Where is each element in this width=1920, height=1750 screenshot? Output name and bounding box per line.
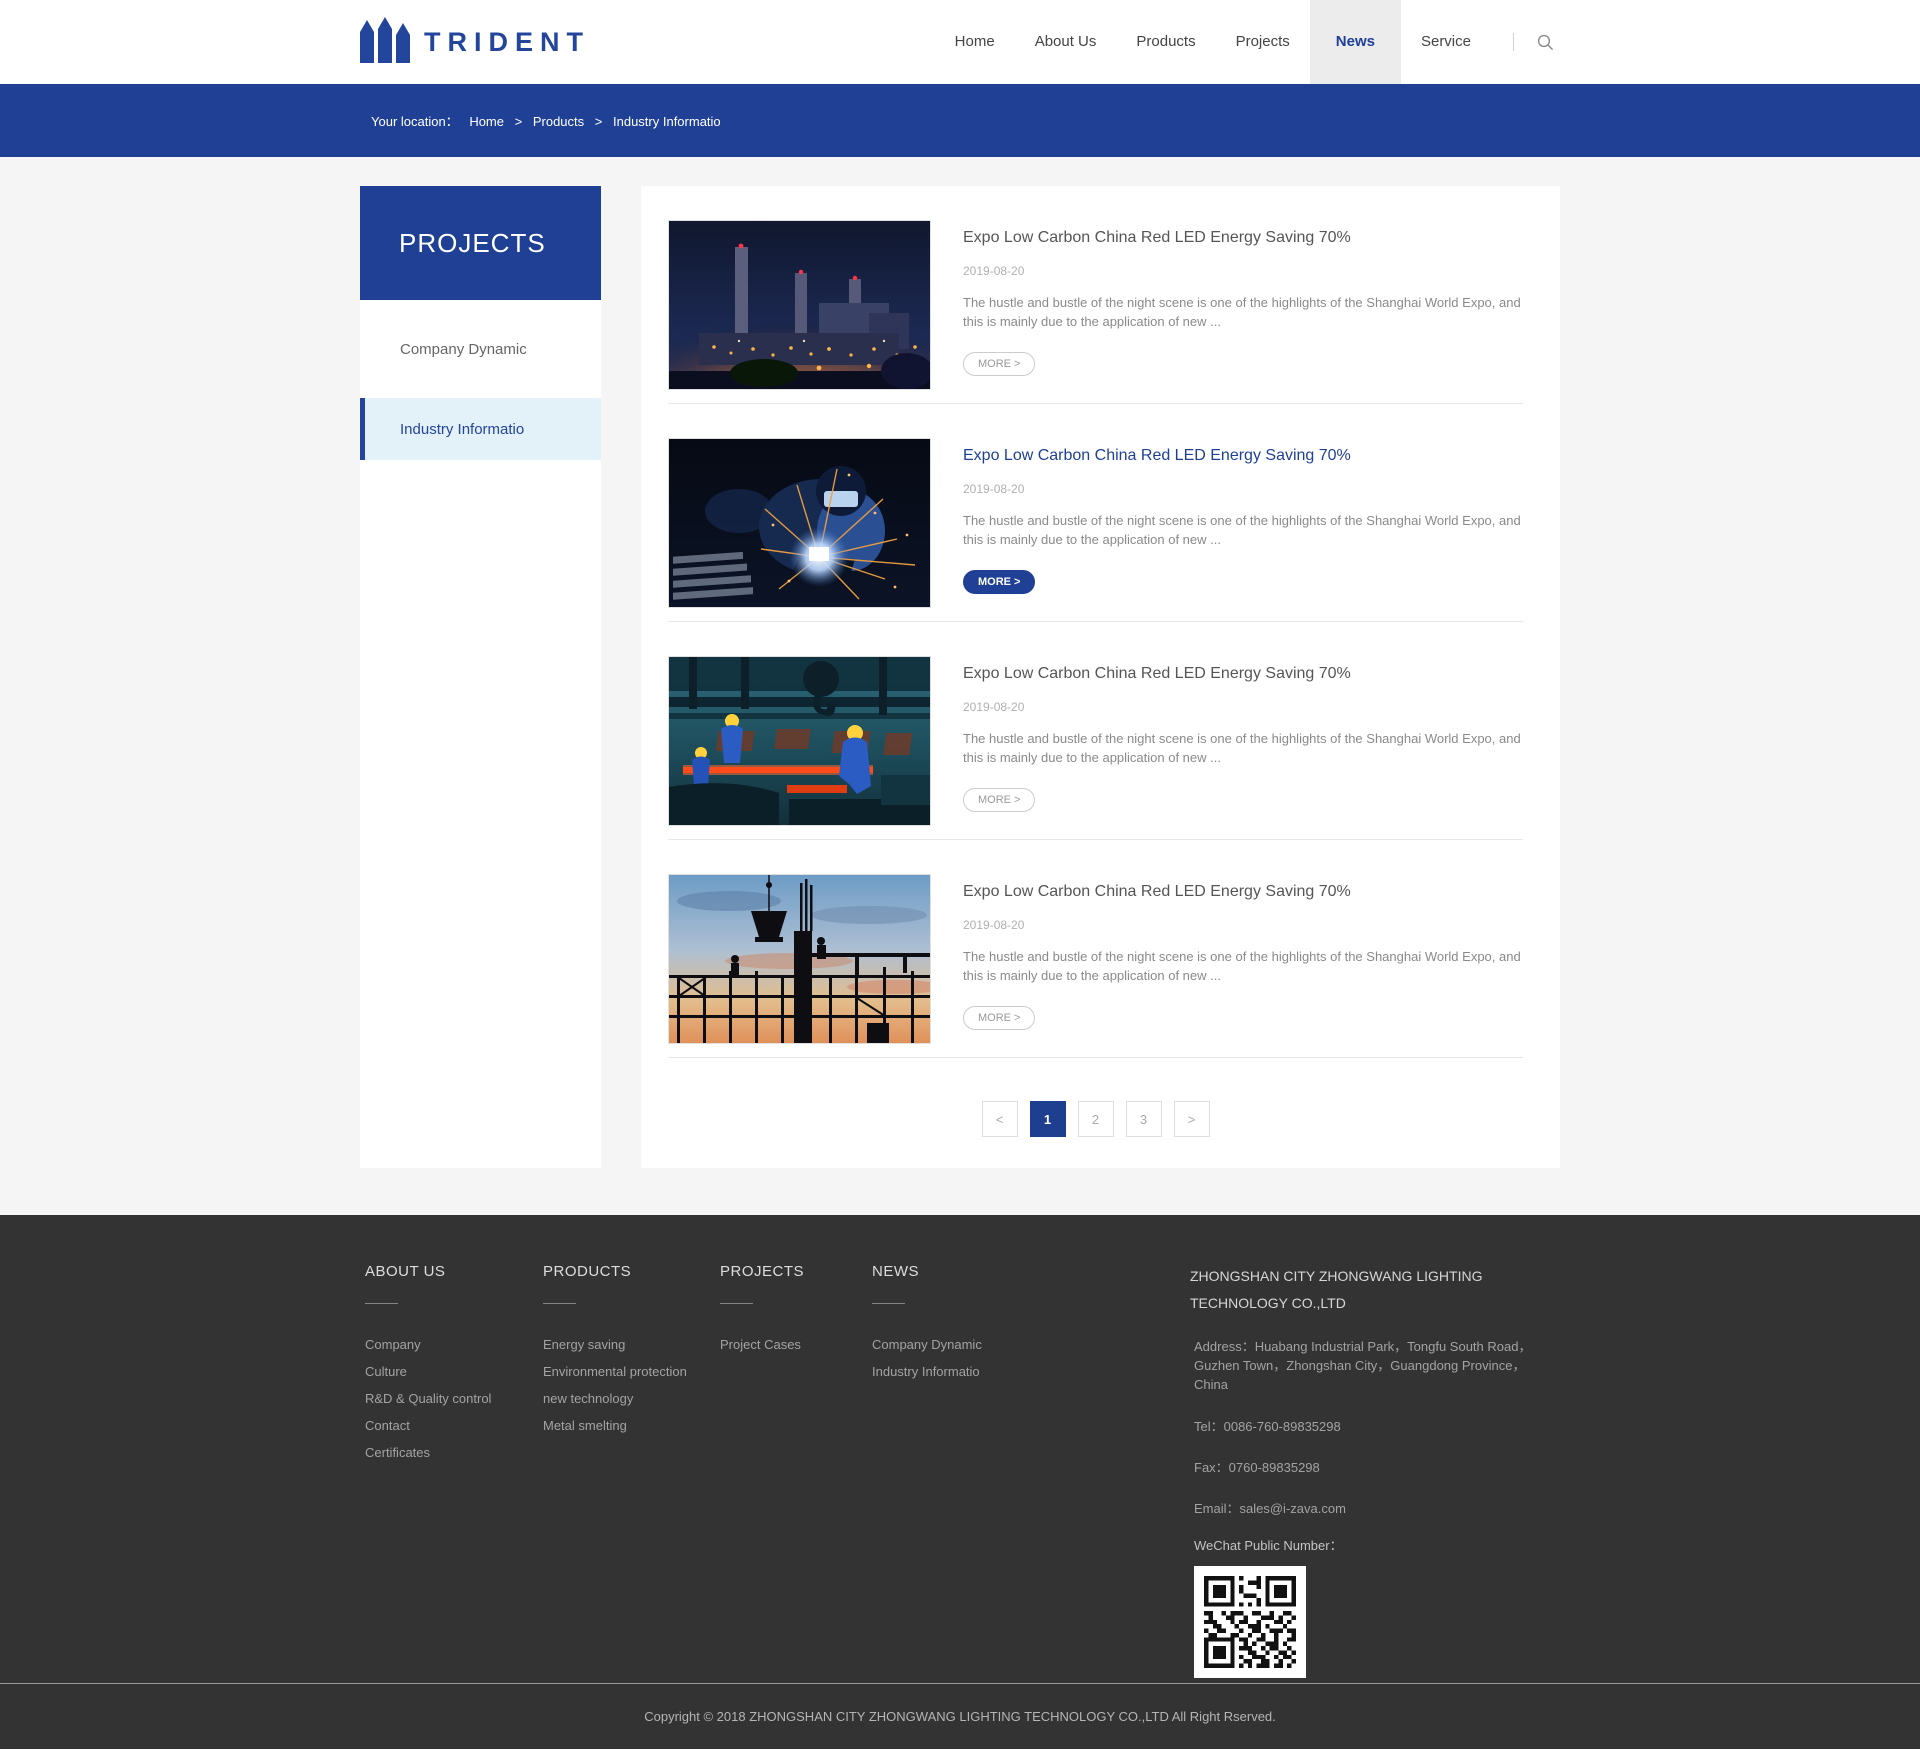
footer-col-about-us: ABOUT US Company Culture R&D & Quality c…: [360, 1263, 543, 1683]
footer-col-products: PRODUCTS Energy saving Environmental pro…: [543, 1263, 720, 1683]
breadcrumb: Your location： Home > Products > Industr…: [360, 111, 1560, 130]
nav-item-products[interactable]: Products: [1116, 0, 1215, 84]
pagination-page-3[interactable]: 3: [1125, 1101, 1162, 1137]
company-address: Address：Huabang Industrial Park，Tongfu S…: [1194, 1339, 1532, 1392]
wechat-qr-code: [1194, 1566, 1306, 1678]
news-title[interactable]: Expo Low Carbon China Red LED Energy Sav…: [963, 665, 1523, 683]
footer-link[interactable]: Company Dynamic: [872, 1331, 1190, 1358]
heading-underline: [720, 1303, 753, 1304]
footer-heading: PROJECTS: [720, 1263, 805, 1280]
footer-link[interactable]: Contact: [365, 1412, 543, 1439]
footer-link[interactable]: Certificates: [365, 1439, 543, 1466]
news-item-info: Expo Low Carbon China Red LED Energy Sav…: [963, 438, 1523, 608]
nav-divider: [1513, 33, 1514, 51]
pagination-page-1[interactable]: 1: [1029, 1101, 1066, 1137]
company-email: Email：sales@i-zava.com: [1194, 1501, 1346, 1516]
footer-heading: NEWS: [872, 1263, 919, 1280]
news-image-power-plant-night[interactable]: [668, 220, 931, 390]
breadcrumb-link-home[interactable]: Home: [469, 114, 504, 129]
sidebar: PROJECTS Company Dynamic Industry Inform…: [360, 186, 601, 1168]
trident-logo-icon: [360, 16, 410, 68]
footer-heading: ABOUT US: [365, 1263, 446, 1280]
more-button[interactable]: MORE >: [963, 352, 1036, 376]
pagination: < 1 2 3 >: [668, 1101, 1523, 1137]
company-fax: Fax：0760-89835298: [1194, 1460, 1320, 1475]
news-image-steel-factory-workers[interactable]: [668, 656, 931, 826]
pagination-next[interactable]: >: [1173, 1101, 1210, 1137]
news-date: 2019-08-20: [963, 700, 1025, 714]
footer-link[interactable]: Industry Informatio: [872, 1358, 1190, 1385]
breadcrumb-link-products[interactable]: Products: [533, 114, 584, 129]
content-area: PROJECTS Company Dynamic Industry Inform…: [0, 157, 1920, 1215]
search-icon[interactable]: [1530, 27, 1560, 57]
sidebar-item-company-dynamic[interactable]: Company Dynamic: [360, 318, 601, 380]
footer-link[interactable]: Company: [365, 1331, 543, 1358]
news-title[interactable]: Expo Low Carbon China Red LED Energy Sav…: [963, 883, 1523, 901]
more-button[interactable]: MORE >: [963, 788, 1036, 812]
footer-link[interactable]: Project Cases: [720, 1331, 872, 1358]
breadcrumb-link-industry-informatio[interactable]: Industry Informatio: [613, 114, 721, 129]
site-footer: ABOUT US Company Culture R&D & Quality c…: [0, 1215, 1920, 1749]
news-date: 2019-08-20: [963, 264, 1025, 278]
site-header: TRIDENT Home About Us Products Projects …: [0, 0, 1920, 84]
news-item: Expo Low Carbon China Red LED Energy Sav…: [668, 622, 1523, 840]
news-title[interactable]: Expo Low Carbon China Red LED Energy Sav…: [963, 229, 1523, 247]
footer-heading: PRODUCTS: [543, 1263, 632, 1280]
news-excerpt: The hustle and bustle of the night scene…: [963, 513, 1521, 547]
wechat-label: WeChat Public Number：: [1194, 1538, 1343, 1553]
footer-link[interactable]: Metal smelting: [543, 1412, 720, 1439]
more-button[interactable]: MORE >: [963, 570, 1036, 594]
news-date: 2019-08-20: [963, 482, 1025, 496]
footer-link[interactable]: R&D & Quality control: [365, 1385, 543, 1412]
nav-item-home[interactable]: Home: [935, 0, 1015, 84]
nav-item-projects[interactable]: Projects: [1216, 0, 1310, 84]
news-excerpt: The hustle and bustle of the night scene…: [963, 731, 1521, 765]
heading-underline: [543, 1303, 576, 1304]
news-item: Expo Low Carbon China Red LED Energy Sav…: [668, 840, 1523, 1058]
footer-link[interactable]: Environmental protection: [543, 1358, 720, 1385]
nav-item-news[interactable]: News: [1309, 0, 1401, 84]
footer-link[interactable]: Energy saving: [543, 1331, 720, 1358]
sidebar-item-industry-informatio[interactable]: Industry Informatio: [360, 398, 601, 460]
main-nav: Home About Us Products Projects News Ser…: [935, 0, 1560, 84]
breadcrumb-bar: Your location： Home > Products > Industr…: [0, 84, 1920, 157]
news-excerpt: The hustle and bustle of the night scene…: [963, 295, 1521, 329]
news-item-info: Expo Low Carbon China Red LED Energy Sav…: [963, 220, 1523, 390]
logo[interactable]: TRIDENT: [360, 16, 590, 68]
nav-item-service[interactable]: Service: [1401, 0, 1491, 84]
news-image-construction-silhouette[interactable]: [668, 874, 931, 1044]
company-name-line1: ZHONGSHAN CITY ZHONGWANG LIGHTING: [1190, 1268, 1483, 1284]
more-button[interactable]: MORE >: [963, 1006, 1036, 1030]
breadcrumb-prefix: Your location：: [371, 114, 459, 129]
breadcrumb-separator: >: [594, 114, 603, 129]
company-name-line2: TECHNOLOGY CO.,LTD: [1190, 1295, 1346, 1311]
pagination-page-2[interactable]: 2: [1077, 1101, 1114, 1137]
footer-col-news: NEWS Company Dynamic Industry Informatio: [872, 1263, 1190, 1683]
breadcrumb-separator: >: [514, 114, 523, 129]
copyright-text: Copyright © 2018 ZHONGSHAN CITY ZHONGWAN…: [644, 1709, 1276, 1724]
footer-link[interactable]: new technology: [543, 1385, 720, 1412]
news-item-info: Expo Low Carbon China Red LED Energy Sav…: [963, 874, 1523, 1044]
news-list-panel: Expo Low Carbon China Red LED Energy Sav…: [641, 186, 1560, 1168]
footer-company-info: ZHONGSHAN CITY ZHONGWANG LIGHTING TECHNO…: [1190, 1263, 1555, 1683]
nav-item-about-us[interactable]: About Us: [1015, 0, 1117, 84]
news-date: 2019-08-20: [963, 918, 1025, 932]
heading-underline: [365, 1303, 398, 1304]
sidebar-menu: Company Dynamic Industry Informatio: [360, 300, 601, 460]
heading-underline: [872, 1303, 905, 1304]
news-title[interactable]: Expo Low Carbon China Red LED Energy Sav…: [963, 447, 1523, 465]
logo-text: TRIDENT: [424, 26, 590, 57]
news-excerpt: The hustle and bustle of the night scene…: [963, 949, 1521, 983]
company-tel: Tel：0086-760-89835298: [1194, 1419, 1341, 1434]
copyright-bar: Copyright © 2018 ZHONGSHAN CITY ZHONGWAN…: [0, 1683, 1920, 1749]
footer-link[interactable]: Culture: [365, 1358, 543, 1385]
pagination-prev[interactable]: <: [981, 1101, 1018, 1137]
footer-col-projects: PROJECTS Project Cases: [720, 1263, 872, 1683]
news-item: Expo Low Carbon China Red LED Energy Sav…: [668, 186, 1523, 404]
news-image-welding-sparks[interactable]: [668, 438, 931, 608]
news-item-info: Expo Low Carbon China Red LED Energy Sav…: [963, 656, 1523, 826]
news-item: Expo Low Carbon China Red LED Energy Sav…: [668, 404, 1523, 622]
sidebar-title: PROJECTS: [360, 186, 601, 300]
